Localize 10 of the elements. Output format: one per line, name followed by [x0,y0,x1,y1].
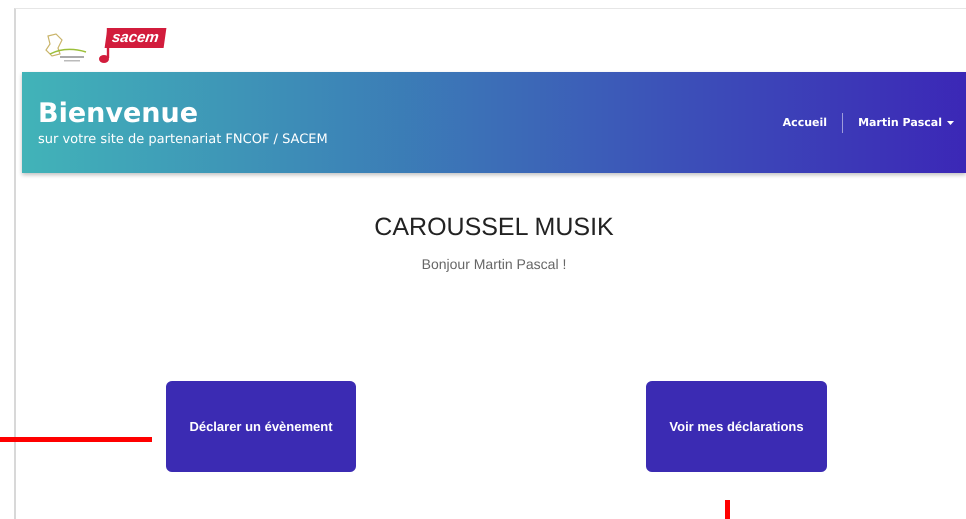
page-title: CAROUSSEL MUSIK [374,213,614,242]
nav-link[interactable]: Accueil [782,116,828,129]
user-menu[interactable]: Martin Pascal [858,116,954,129]
declare-event-button[interactable]: Déclarer un évènement [166,381,356,472]
greeting-text: Bonjour Martin Pascal ! [422,256,566,272]
banner-title: Bienvenue [38,98,200,130]
view-declarations-button[interactable]: Voir mes déclarations [646,381,827,472]
banner-subtitle: sur votre site de partenariat FNCOF / SACEM [38,132,328,147]
caret-icon [947,120,954,124]
sacem-logo: sacem [104,28,166,48]
